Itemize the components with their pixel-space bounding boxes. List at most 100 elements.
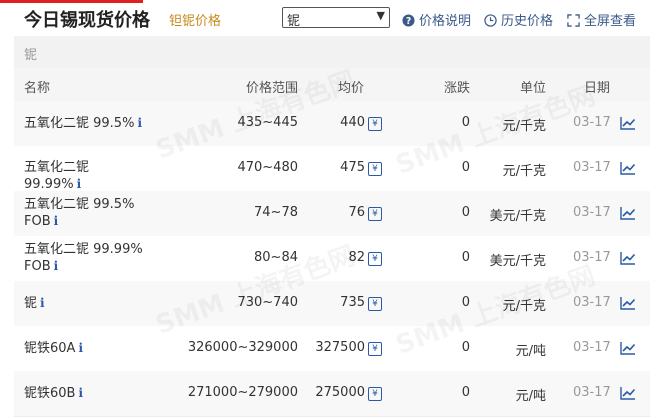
- clock-icon: [484, 14, 497, 27]
- price-unit: 美元/千克: [489, 254, 546, 269]
- currency-convert-icon[interactable]: ¥: [368, 162, 382, 176]
- product-name-label: 铌铁60B: [24, 386, 76, 401]
- price-date: 03-17: [573, 115, 611, 130]
- tantalum-niobium-link[interactable]: 钽铌价格: [169, 10, 221, 29]
- table-row: 五氧化二铌 99.5% i 435~445 440 ¥0 元/千克 03-17: [14, 101, 650, 147]
- price-change: 0: [461, 250, 470, 265]
- info-icon[interactable]: i: [78, 386, 83, 400]
- price-unit: 元/千克: [502, 119, 546, 134]
- price-date: 03-17: [573, 250, 611, 265]
- price-description-link[interactable]: ? 价格说明: [402, 10, 471, 29]
- category-filter-label: 铌: [24, 48, 38, 63]
- info-icon[interactable]: i: [137, 116, 142, 130]
- currency-convert-icon[interactable]: ¥: [368, 342, 382, 356]
- product-name: 五氧化二铌 99.5% FOB i: [24, 197, 150, 230]
- column-header-change: 涨跌: [444, 81, 471, 96]
- average-price: 735 ¥: [340, 295, 382, 311]
- price-date: 03-17: [573, 295, 611, 310]
- price-date: 03-17: [573, 385, 611, 400]
- average-price: 76 ¥: [348, 205, 382, 221]
- product-name: 五氧化二铌 99.99% i: [24, 160, 150, 193]
- average-price: 275000 ¥: [315, 385, 382, 401]
- fullscreen-label: 全屏查看: [584, 14, 637, 29]
- price-range: 80~84: [254, 250, 298, 265]
- price-date: 03-17: [573, 340, 611, 355]
- table-row: 铌铁60A i 326000~329000 327500 ¥ 0 元/吨 03-17: [14, 326, 650, 372]
- history-price-label: 历史价格: [501, 14, 554, 29]
- trend-chart-icon[interactable]: [620, 206, 636, 220]
- info-icon[interactable]: i: [77, 177, 82, 191]
- metal-select-value: 铌: [287, 14, 301, 29]
- product-name: 五氧化二铌 99.5% i: [24, 115, 150, 132]
- trend-chart-icon[interactable]: [620, 116, 636, 130]
- price-unit: 元/吨: [515, 389, 546, 404]
- average-price-value: 440: [340, 115, 365, 130]
- price-unit: 美元/千克: [489, 209, 546, 224]
- price-unit: 元/千克: [502, 299, 546, 314]
- info-icon[interactable]: i: [54, 259, 59, 273]
- product-name: 铌i: [24, 295, 150, 312]
- category-filter-bar: 铌: [14, 36, 650, 68]
- metal-select[interactable]: 铌 ▼: [282, 7, 390, 29]
- column-header-unit: 单位: [520, 81, 547, 96]
- price-unit: 元/千克: [502, 164, 546, 179]
- price-date: 03-17: [573, 160, 611, 175]
- price-range: 435~445: [237, 115, 298, 130]
- price-range: 326000~329000: [187, 340, 298, 355]
- price-description-label: 价格说明: [419, 14, 472, 29]
- product-name-label: 五氧化二铌 99.5%: [24, 116, 135, 131]
- history-price-link[interactable]: 历史价格: [484, 10, 553, 29]
- table-row: 五氧化二铌 99.5% FOB i 74~78 76 ¥0 美元/千克 03-17: [14, 191, 650, 237]
- currency-convert-icon[interactable]: ¥: [368, 252, 382, 266]
- chevron-down-icon: ▼: [376, 9, 385, 22]
- product-name: 五氧化二铌 99.99% FOB i: [24, 242, 150, 275]
- info-icon[interactable]: i: [78, 341, 83, 355]
- price-unit: 元/吨: [515, 344, 546, 359]
- average-price-value: 735: [340, 295, 365, 310]
- average-price-value: 275000: [315, 385, 365, 400]
- average-price: 440 ¥: [340, 115, 382, 131]
- price-range: 470~480: [237, 160, 298, 175]
- trend-chart-icon[interactable]: [620, 296, 636, 310]
- fullscreen-icon: [567, 14, 580, 27]
- trend-chart-icon[interactable]: [620, 386, 636, 400]
- column-header-avg: 均价: [338, 81, 365, 96]
- currency-convert-icon[interactable]: ¥: [368, 207, 382, 221]
- average-price: 475 ¥: [340, 160, 382, 176]
- price-change: 0: [461, 160, 470, 175]
- price-range: 271000~279000: [187, 385, 298, 400]
- fullscreen-link[interactable]: 全屏查看: [567, 10, 636, 29]
- price-change: 0: [461, 115, 470, 130]
- product-name: 铌铁60B i: [24, 385, 150, 402]
- column-header-range: 价格范围: [246, 81, 299, 96]
- price-change: 0: [461, 385, 470, 400]
- currency-convert-icon[interactable]: ¥: [368, 117, 382, 131]
- info-icon[interactable]: i: [40, 296, 45, 310]
- average-price-value: 475: [340, 160, 365, 175]
- table-header: 名称 价格范围 均价 涨跌 单位 日期: [14, 68, 650, 101]
- product-name-label: 五氧化二铌 99.5% FOB: [24, 197, 135, 229]
- average-price-value: 76: [348, 205, 365, 220]
- info-icon[interactable]: i: [54, 214, 59, 228]
- price-change: 0: [461, 340, 470, 355]
- trend-chart-icon[interactable]: [620, 161, 636, 175]
- column-header-name: 名称: [24, 81, 51, 96]
- currency-convert-icon[interactable]: ¥: [368, 387, 382, 401]
- column-header-date: 日期: [584, 81, 611, 96]
- average-price: 327500 ¥: [315, 340, 382, 356]
- table-row: 五氧化二铌 99.99% FOB i 80~84 82 ¥0 美元/千克 03-17: [14, 236, 650, 282]
- price-change: 0: [461, 295, 470, 310]
- table-row: 铌 i 730~740 735 ¥0 元/千克 03-17: [14, 281, 650, 327]
- product-name: 铌铁60A i: [24, 340, 150, 357]
- average-price: 82 ¥: [348, 250, 382, 266]
- currency-convert-icon[interactable]: ¥: [368, 297, 382, 311]
- product-name-label: 铌铁60A: [24, 341, 76, 356]
- average-price-value: 82: [348, 250, 365, 265]
- trend-chart-icon[interactable]: [620, 341, 636, 355]
- table-row: 五氧化二铌 99.99% i 470~480 475 ¥0 元/千克 03-17: [14, 146, 650, 192]
- page-title: 今日锡现货价格: [24, 10, 150, 31]
- price-change: 0: [461, 205, 470, 220]
- svg-text:?: ?: [406, 16, 411, 27]
- trend-chart-icon[interactable]: [620, 251, 636, 265]
- price-range: 730~740: [237, 295, 298, 310]
